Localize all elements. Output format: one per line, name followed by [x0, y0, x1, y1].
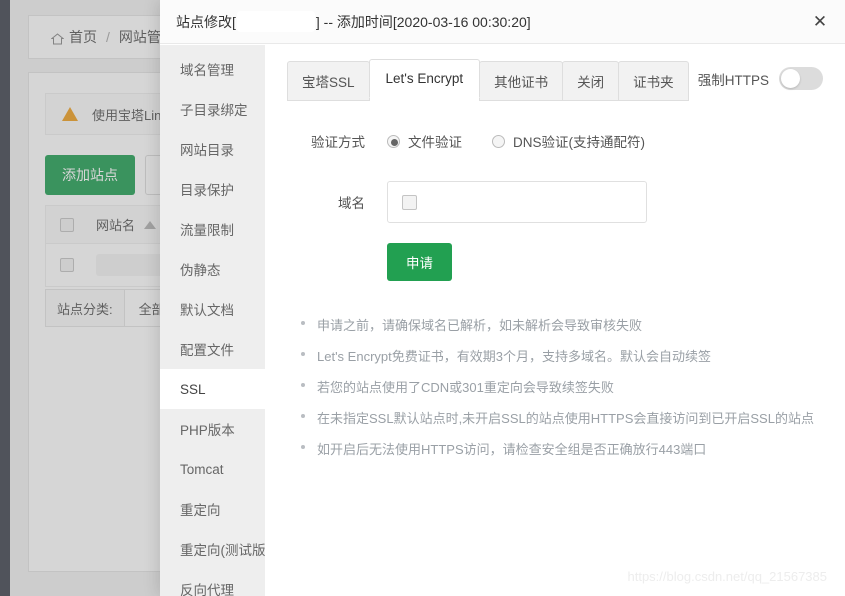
note-item: 在未指定SSL默认站点时,未开启SSL的站点使用HTTPS会直接访问到已开启SS… [299, 408, 823, 427]
radio-file-verification[interactable]: 文件验证 [387, 131, 462, 151]
domain-list-box[interactable] [387, 181, 647, 223]
sidebar-item-label: 重定向 [180, 503, 221, 518]
sidebar-item-label: 重定向(测试版) [180, 543, 270, 558]
sidebar-item-label: 配置文件 [180, 343, 234, 358]
modal-header: 站点修改[ ] -- 添加时间[2020-03-16 00:30:20] ✕ [160, 0, 845, 44]
sidebar-item-label: 目录保护 [180, 183, 234, 198]
sidebar-item-label: 默认文档 [180, 303, 234, 318]
close-icon[interactable]: ✕ [809, 11, 831, 33]
tab-certificate-folder[interactable]: 证书夹 [618, 61, 689, 101]
sidebar-item-subdirectory-binding[interactable]: 子目录绑定 [160, 89, 265, 129]
toggle-knob [781, 69, 800, 88]
sidebar-item-label: 伪静态 [180, 263, 221, 278]
sidebar-item-traffic-limit[interactable]: 流量限制 [160, 209, 265, 249]
tab-close[interactable]: 关闭 [562, 61, 620, 101]
sidebar-item-label: 域名管理 [180, 63, 234, 78]
sidebar-item-reverse-proxy[interactable]: 反向代理 [160, 569, 265, 596]
modal-sidebar: 域名管理 子目录绑定 网站目录 目录保护 流量限制 伪静态 默认文档 配置文件 … [160, 45, 270, 596]
sidebar-item-label: 反向代理 [180, 583, 234, 596]
redacted-domain [236, 11, 315, 32]
sidebar-item-label: SSL [180, 381, 206, 397]
note-item: 申请之前，请确保域名已解析，如未解析会导致审核失败 [299, 315, 823, 334]
sidebar-item-redirect[interactable]: 重定向 [160, 489, 265, 529]
tab-bt-ssl[interactable]: 宝塔SSL [287, 61, 370, 101]
radio-icon[interactable] [492, 134, 505, 148]
sidebar-item-ssl[interactable]: SSL [160, 369, 265, 409]
ssl-notes-list: 申请之前，请确保域名已解析，如未解析会导致审核失败 Let's Encrypt免… [299, 315, 823, 458]
note-item: 如开启后无法使用HTTPS访问，请检查安全组是否正确放行443端口 [299, 439, 823, 458]
modal-title: 站点修改[ ] -- 添加时间[2020-03-16 00:30:20] [176, 11, 531, 32]
sidebar-item-label: Tomcat [180, 461, 224, 477]
radio-dns-verification[interactable]: DNS验证(支持通配符) [492, 131, 645, 151]
apply-button[interactable]: 申请 [387, 243, 452, 281]
apply-row: 申请 [287, 243, 823, 281]
sidebar-item-website-directory[interactable]: 网站目录 [160, 129, 265, 169]
sidebar-item-domain-management[interactable]: 域名管理 [160, 49, 265, 89]
sidebar-item-pseudo-static[interactable]: 伪静态 [160, 249, 265, 289]
modal-title-prefix: 站点修改[ [176, 13, 236, 30]
sidebar-item-directory-protection[interactable]: 目录保护 [160, 169, 265, 209]
ssl-panel: 宝塔SSL Let's Encrypt 其他证书 关闭 证书夹 强制HTTPS … [265, 45, 845, 596]
tab-lets-encrypt[interactable]: Let's Encrypt [368, 59, 481, 98]
modal-body: 域名管理 子目录绑定 网站目录 目录保护 流量限制 伪静态 默认文档 配置文件 … [160, 45, 845, 596]
sidebar-item-label: PHP版本 [180, 423, 235, 438]
site-edit-modal: 站点修改[ ] -- 添加时间[2020-03-16 00:30:20] ✕ 域… [160, 0, 845, 596]
sidebar-item-tomcat[interactable]: Tomcat [160, 449, 265, 489]
domain-label: 域名 [338, 196, 365, 211]
sidebar-item-label: 子目录绑定 [180, 103, 248, 118]
modal-title-suffix: ] -- 添加时间[2020-03-16 00:30:20] [315, 13, 531, 30]
verify-method-options: 文件验证 DNS验证(支持通配符) [387, 131, 645, 151]
note-item: Let's Encrypt免费证书，有效期3个月，支持多域名。默认会自动续签 [299, 346, 823, 365]
tab-other-certificate[interactable]: 其他证书 [479, 61, 564, 101]
radio-icon-selected[interactable] [387, 134, 400, 148]
watermark: https://blog.csdn.net/qq_21567385 [627, 569, 828, 584]
ssl-tabs: 宝塔SSL Let's Encrypt 其他证书 关闭 证书夹 强制HTTPS [287, 59, 823, 101]
radio-label: 文件验证 [408, 135, 462, 150]
domain-checkbox[interactable] [402, 194, 417, 210]
sidebar-item-label: 流量限制 [180, 223, 234, 238]
sidebar-item-php-version[interactable]: PHP版本 [160, 409, 265, 449]
sidebar-item-redirect-beta[interactable]: 重定向(测试版) [160, 529, 270, 569]
verify-method-label: 验证方式 [311, 135, 365, 150]
force-https-control: 强制HTTPS [698, 67, 823, 90]
radio-label: DNS验证(支持通配符) [513, 135, 645, 150]
sidebar-item-label: 网站目录 [180, 143, 234, 158]
force-https-label: 强制HTTPS [697, 72, 769, 88]
note-item: 若您的站点使用了CDN或301重定向会导致续签失败 [299, 377, 823, 396]
verify-method-row: 验证方式 文件验证 DNS验证(支持通配符) [287, 131, 823, 151]
force-https-toggle[interactable] [779, 67, 823, 90]
domain-row: 域名 [287, 181, 823, 223]
sidebar-item-config-file[interactable]: 配置文件 [160, 329, 265, 369]
sidebar-item-default-document[interactable]: 默认文档 [160, 289, 265, 329]
